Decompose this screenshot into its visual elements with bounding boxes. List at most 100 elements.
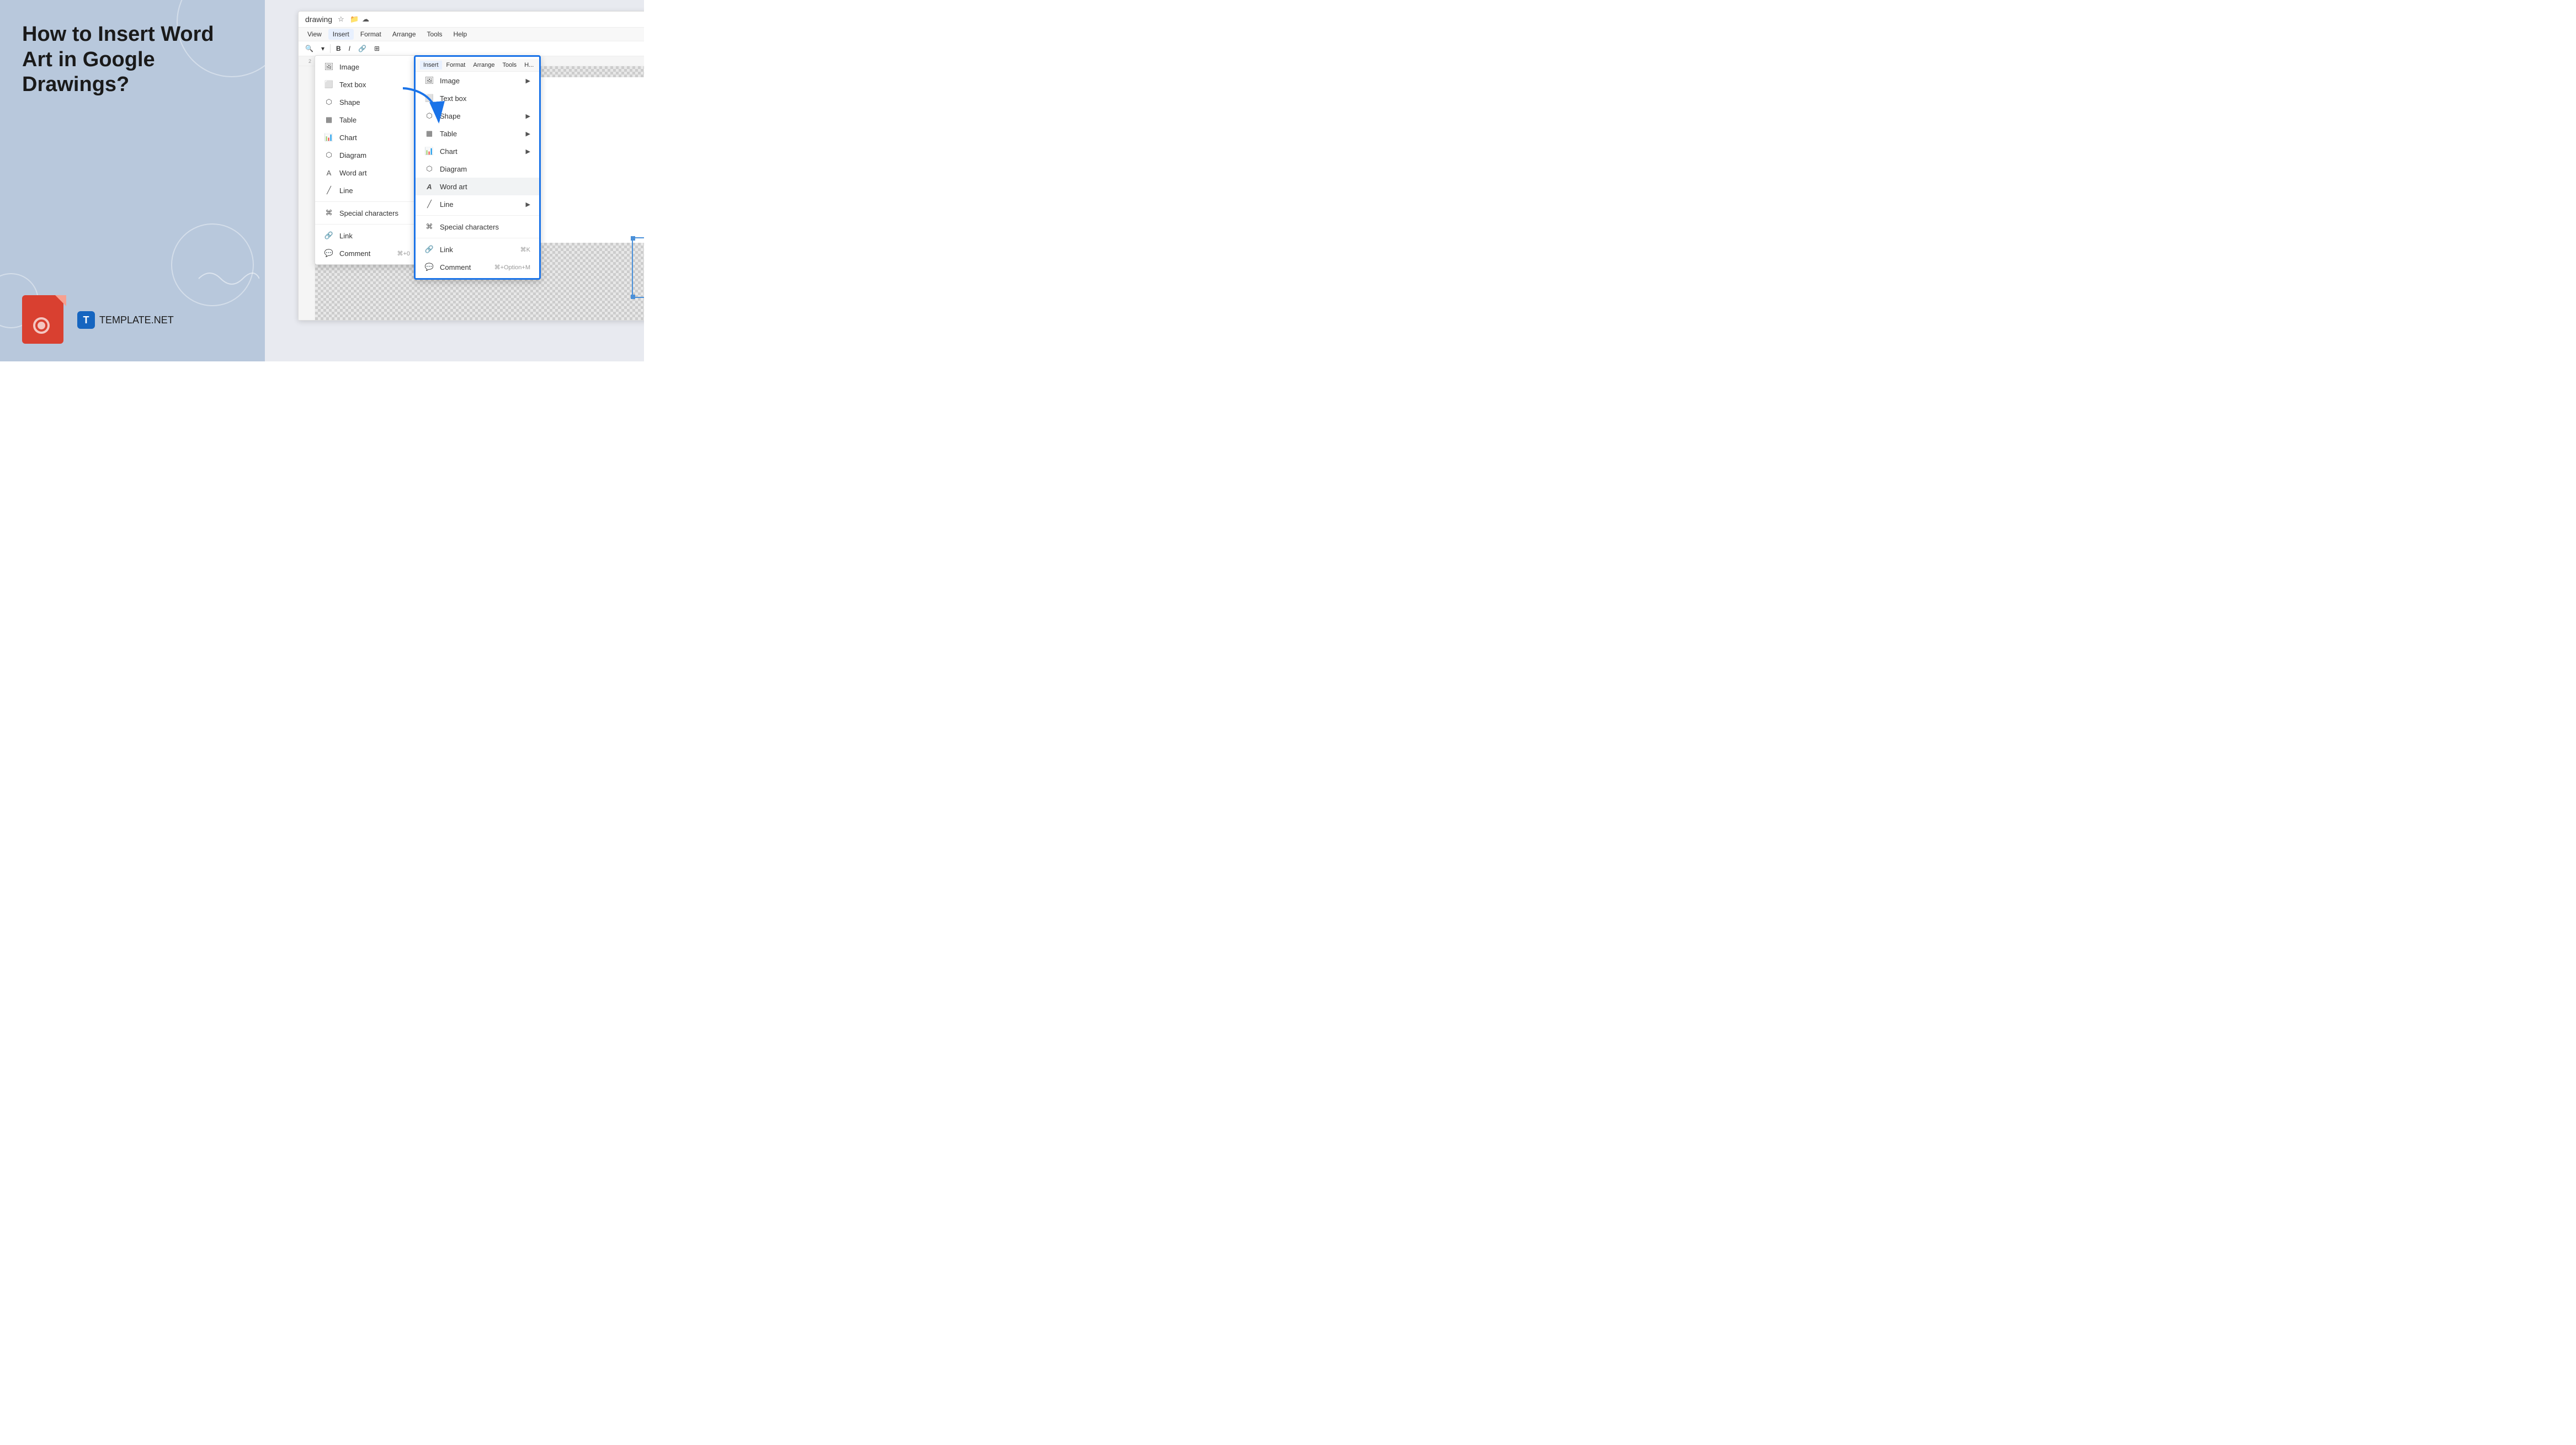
- first-dd-shape-label: Shape: [339, 98, 360, 106]
- first-dd-textbox[interactable]: ⬜ Text box: [315, 76, 419, 93]
- comment-kbd-2: ⌘+Option+M: [494, 264, 530, 271]
- second-dd-textbox-label: Text box: [440, 94, 466, 103]
- first-dd-link-label: Link: [339, 232, 353, 240]
- wavy-line-decoration: [193, 262, 259, 295]
- second-dd-separator: [416, 215, 539, 216]
- second-dd-table[interactable]: ▦ Table ▶: [416, 125, 539, 142]
- handle-bl: [631, 295, 635, 299]
- shape-icon: ⬡: [324, 97, 334, 107]
- image-icon: 🖼: [324, 62, 334, 72]
- comment-icon: 💬: [324, 248, 334, 258]
- second-dd-image[interactable]: 🖼 Image ▶: [416, 72, 539, 89]
- left-panel: How to Insert Word Art in Google Drawing…: [0, 0, 265, 361]
- second-insert-dropdown: Insert Format Arrange Tools H... 🖼 Image…: [414, 55, 541, 280]
- zoom-dropdown[interactable]: ▾: [319, 44, 327, 54]
- wordart-icon-2: A: [424, 182, 434, 191]
- first-insert-dropdown: 🖼 Image ⬜ Text box ⬡ Shape ▦ Table 📊 Cha…: [315, 55, 419, 265]
- second-dd-diagram[interactable]: ⬡ Diagram: [416, 160, 539, 178]
- first-dd-line-label: Line: [339, 186, 353, 195]
- second-dd-image-label: Image: [440, 77, 460, 85]
- second-dd-line[interactable]: ╱ Line ▶: [416, 195, 539, 213]
- chart-arrow: ▶: [526, 148, 530, 155]
- first-dd-link[interactable]: 🔗 Link: [315, 227, 419, 244]
- comment-kbd: ⌘+0: [397, 250, 410, 257]
- menu-help[interactable]: Help: [449, 29, 472, 40]
- table-icon-2: ▦: [424, 129, 434, 138]
- link-icon-2: 🔗: [424, 244, 434, 254]
- folder-icon[interactable]: 📁: [350, 15, 359, 24]
- bold-btn[interactable]: B: [334, 44, 343, 54]
- chart-icon: 📊: [324, 132, 334, 142]
- mini-menu-h[interactable]: H...: [521, 61, 537, 70]
- second-dd-link[interactable]: 🔗 Link ⌘K: [416, 241, 539, 258]
- first-dd-shape[interactable]: ⬡ Shape: [315, 93, 419, 111]
- first-dd-diagram-label: Diagram: [339, 151, 366, 159]
- second-dd-diagram-label: Diagram: [440, 165, 467, 173]
- drawings-titlebar: drawing ☆ 📁 ☁ Last edit was 12 minutes a…: [299, 12, 644, 28]
- first-dd-table-label: Table: [339, 116, 356, 124]
- second-dd-link-label: Link: [440, 246, 453, 254]
- first-dd-chart[interactable]: 📊 Chart: [315, 129, 419, 146]
- menu-insert[interactable]: Insert: [328, 29, 354, 40]
- shape-icon-2: ⬡: [424, 111, 434, 121]
- first-dd-comment[interactable]: 💬 Comment ⌘+0: [315, 244, 419, 262]
- link-btn[interactable]: 🔗: [356, 44, 369, 54]
- template-suffix: .NET: [151, 314, 174, 326]
- cloud-icon[interactable]: ☁: [362, 15, 371, 24]
- link-icon: 🔗: [324, 231, 334, 241]
- special-icon-2: ⌘: [424, 222, 434, 232]
- template-name: TEMPLATE.NET: [99, 314, 174, 326]
- chart-icon-2: 📊: [424, 146, 434, 156]
- star-icon[interactable]: ☆: [338, 15, 347, 24]
- first-dd-wordart[interactable]: A Word art: [315, 164, 419, 182]
- word-art-canvas-element: word: [632, 237, 644, 298]
- first-dd-textbox-label: Text box: [339, 81, 366, 89]
- line-arrow: ▶: [526, 201, 530, 208]
- first-dd-line[interactable]: ╱ Line: [315, 182, 419, 199]
- first-dd-diagram[interactable]: ⬡ Diagram: [315, 146, 419, 164]
- mini-menu-format[interactable]: Format: [443, 61, 469, 70]
- template-logo: T TEMPLATE.NET: [77, 311, 174, 329]
- second-dd-comment-label: Comment: [440, 263, 471, 271]
- zoom-btn[interactable]: 🔍: [303, 44, 316, 54]
- second-dd-chart-label: Chart: [440, 147, 457, 156]
- second-dd-textbox[interactable]: ⬜ Text box: [416, 89, 539, 107]
- second-dd-shape[interactable]: ⬡ Shape ▶: [416, 107, 539, 125]
- page-title: How to Insert Word Art in Google Drawing…: [22, 22, 243, 98]
- first-dd-special-label: Special characters: [339, 209, 398, 217]
- drawings-menubar: View Insert Format Arrange Tools Help: [299, 28, 644, 41]
- shape-arrow: ▶: [526, 113, 530, 120]
- drawings-left-sidebar: [299, 66, 315, 320]
- first-dd-special[interactable]: ⌘ Special characters: [315, 204, 419, 222]
- table-arrow: ▶: [526, 130, 530, 137]
- second-dd-chart[interactable]: 📊 Chart ▶: [416, 142, 539, 160]
- doc-icon-circle: [33, 317, 50, 334]
- diagram-icon: ⬡: [324, 150, 334, 160]
- right-panel: drawing ☆ 📁 ☁ Last edit was 12 minutes a…: [265, 0, 644, 361]
- template-name-text: TEMPLATE: [99, 314, 151, 326]
- image-btn[interactable]: ⊞: [372, 44, 382, 54]
- image-icon-2: 🖼: [424, 76, 434, 86]
- first-dd-image[interactable]: 🖼 Image: [315, 58, 419, 76]
- menu-view[interactable]: View: [303, 29, 326, 40]
- drawings-toolbar: 🔍 ▾ B I 🔗 ⊞ Format options: [299, 41, 644, 56]
- first-dd-separator: [315, 201, 419, 202]
- first-dd-table[interactable]: ▦ Table: [315, 111, 419, 129]
- menu-arrange[interactable]: Arrange: [388, 29, 421, 40]
- mini-menu-insert[interactable]: Insert: [420, 61, 442, 70]
- drawings-title: drawing: [305, 15, 332, 24]
- title-icons: ☆ 📁 ☁: [338, 15, 371, 24]
- second-dd-wordart[interactable]: A Word art: [416, 178, 539, 195]
- textbox-icon: ⬜: [324, 79, 334, 89]
- doc-icon: [22, 295, 66, 345]
- second-dd-special[interactable]: ⌘ Special characters: [416, 218, 539, 236]
- ruler-mark-2: 2: [308, 58, 311, 64]
- template-t-letter: T: [77, 311, 95, 329]
- mini-menu-tools[interactable]: Tools: [499, 61, 520, 70]
- menu-tools[interactable]: Tools: [423, 29, 447, 40]
- mini-menu-arrange[interactable]: Arrange: [470, 61, 498, 70]
- second-dd-comment[interactable]: 💬 Comment ⌘+Option+M: [416, 258, 539, 276]
- menu-format[interactable]: Format: [356, 29, 386, 40]
- italic-btn[interactable]: I: [347, 44, 353, 54]
- diagram-icon-2: ⬡: [424, 164, 434, 174]
